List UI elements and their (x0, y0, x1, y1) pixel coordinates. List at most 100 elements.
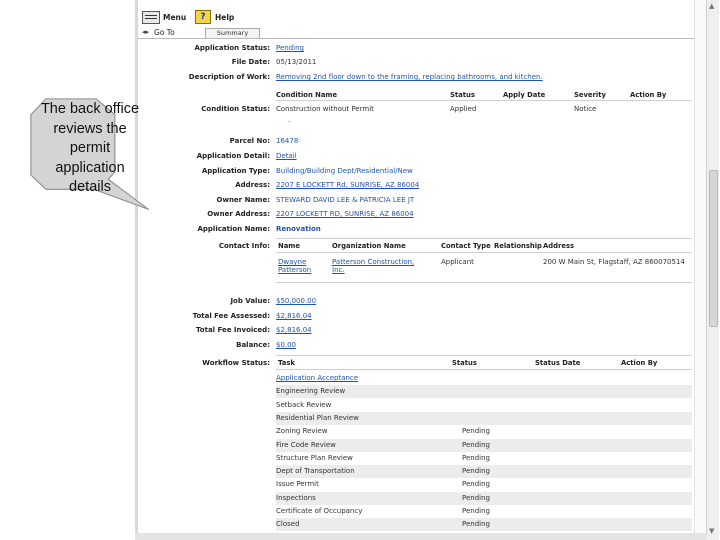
description-value[interactable]: Removing 2nd floor down to the framing, … (276, 73, 543, 81)
tab-summary[interactable]: Summary (205, 28, 260, 38)
contact-info-label: Contact Info: (218, 242, 270, 250)
workflow-task: Setback Review (276, 400, 332, 409)
table-row: Issue Permit Pending (276, 478, 692, 491)
total-fee-assessed-label: Total Fee Assessed: (192, 312, 270, 320)
application-name-value: Renovation (276, 225, 321, 233)
condition-name-value: Construction without Permit (276, 105, 374, 113)
table-row: Inspections Pending (276, 491, 692, 505)
table-row: Fire Code Review Pending (276, 438, 692, 452)
workflow-status: Pending (462, 467, 490, 476)
workflow-task: Inspections (276, 493, 316, 502)
callout-text: The back office reviews the permit appli… (40, 101, 140, 195)
balance-label: Balance: (236, 341, 270, 349)
job-value-link[interactable]: $50,000.00 (276, 297, 316, 305)
total-fee-assessed-link[interactable]: $2,816.04 (276, 312, 312, 320)
workflow-status: Pending (462, 480, 490, 489)
workflow-status: Pending (462, 520, 490, 529)
condition-header-rule (276, 100, 692, 101)
workflow-task: Certificate of Occupancy (276, 507, 363, 515)
condition-severity-header: Severity (574, 91, 606, 99)
table-row: Residential Plan Review (276, 411, 692, 425)
condition-severity-value: Notice (574, 105, 597, 113)
owner-name-label: Owner Name: (216, 196, 270, 204)
job-value-label: Job Value: (230, 297, 270, 305)
help-icon[interactable]: ? (195, 10, 211, 24)
workflow-task: Structure Plan Review (276, 453, 353, 462)
workflow-status-header: Status (452, 359, 477, 367)
file-date-label: File Date: (231, 58, 270, 66)
condition-action-by-header: Action By (630, 91, 667, 99)
application-type-value: Building/Building Dept/Residential/New (276, 167, 413, 175)
workflow-task-header: Task (278, 359, 295, 367)
file-date-value: 05/13/2011 (276, 58, 317, 66)
application-type-label: Application Type: (201, 167, 270, 175)
contact-name-link-line2[interactable]: Patterson (278, 266, 311, 274)
workflow-status: Pending (462, 440, 490, 449)
total-fee-invoiced-link[interactable]: $2,816.04 (276, 326, 312, 334)
contact-address-value: 200 W Main St, Flagstaff, AZ 860070514 (543, 258, 685, 266)
address-label: Address: (235, 181, 270, 189)
condition-apply-date-header: Apply Date (503, 91, 546, 99)
application-status-value[interactable]: Pending (276, 44, 304, 52)
balance-link[interactable]: $0.00 (276, 341, 296, 349)
workflow-task: Issue Permit (276, 480, 319, 489)
workflow-header-rule (276, 369, 692, 370)
contact-address-header: Address (543, 242, 575, 250)
address-link[interactable]: 2207 E LOCKETT Rd, SUNRISE, AZ 86004 (276, 181, 419, 189)
workflow-task[interactable]: Application Acceptance (276, 374, 358, 382)
contact-header-rule (276, 252, 692, 253)
workflow-task: Zoning Review (276, 427, 328, 436)
workflow-task: Engineering Review (276, 387, 346, 396)
contact-type-header: Contact Type (441, 242, 491, 250)
workflow-status: Pending (462, 493, 490, 502)
application-name-label: Application Name: (197, 225, 270, 233)
contact-org-link-line2[interactable]: Inc. (332, 266, 345, 274)
contact-top-rule (276, 238, 692, 239)
condition-name-header: Condition Name (276, 91, 338, 99)
contact-name-link[interactable]: Dwayne (278, 258, 306, 266)
menu-button-label[interactable]: Menu (163, 13, 186, 22)
goto-arrow-icon[interactable]: ◂▸ (142, 28, 149, 36)
application-detail-label: Application Detail: (196, 152, 270, 160)
workflow-task: Fire Code Review (276, 440, 336, 449)
description-label: Description of Work: (188, 73, 270, 81)
workflow-action-by-header: Action By (621, 359, 658, 367)
scroll-down-arrow-icon[interactable]: ▼ (709, 527, 714, 535)
contact-name-header: Name (278, 242, 300, 250)
contact-org-header: Organization Name (332, 242, 406, 250)
condition-status-value: Applied (450, 105, 477, 113)
table-row: Certificate of Occupancy Pending (276, 505, 692, 518)
parcel-no-label: Parcel No: (229, 137, 270, 145)
help-button-label[interactable]: Help (215, 13, 234, 22)
table-row: Closed Pending (276, 518, 692, 532)
tab-divider (138, 38, 694, 39)
owner-name-value: STEWARD DAVID LEE & PATRICIA LEE JT (276, 196, 415, 204)
contact-type-value: Applicant (441, 258, 474, 266)
table-row: Setback Review (276, 399, 692, 412)
table-row: Structure Plan Review Pending (276, 452, 692, 465)
workflow-task: Dept of Transportation (276, 467, 355, 476)
owner-address-link[interactable]: 2207 LOCKETT RD, SUNRISE, AZ 86004 (276, 210, 414, 218)
contact-org-link[interactable]: Patterson Construction, (332, 258, 414, 266)
workflow-status-date-header: Status Date (535, 359, 581, 367)
scrollbar-thumb[interactable] (709, 170, 718, 327)
menu-icon[interactable] (142, 11, 160, 24)
bottom-scrollbar[interactable] (135, 533, 707, 540)
table-row: Engineering Review (276, 385, 692, 399)
goto-button-label[interactable]: Go To (154, 28, 175, 37)
workflow-top-rule (276, 355, 692, 356)
scroll-up-arrow-icon[interactable]: ▲ (709, 2, 714, 10)
condition-status-header: Status (450, 91, 475, 99)
workflow-status-label: Workflow Status: (202, 359, 270, 367)
table-row: Zoning Review Pending (276, 425, 692, 438)
owner-address-label: Owner Address: (207, 210, 270, 218)
table-row: Application Acceptance (276, 372, 692, 385)
contact-relationship-header: Relationship (494, 242, 542, 250)
workflow-status: Pending (462, 427, 490, 436)
condition-status-label: Condition Status: (201, 105, 270, 113)
workflow-task: Residential Plan Review (276, 413, 359, 422)
application-detail-link[interactable]: Detail (276, 152, 297, 160)
total-fee-invoiced-label: Total Fee Invoiced: (195, 326, 270, 334)
table-row: Dept of Transportation Pending (276, 465, 692, 479)
contact-bottom-rule (276, 282, 692, 283)
